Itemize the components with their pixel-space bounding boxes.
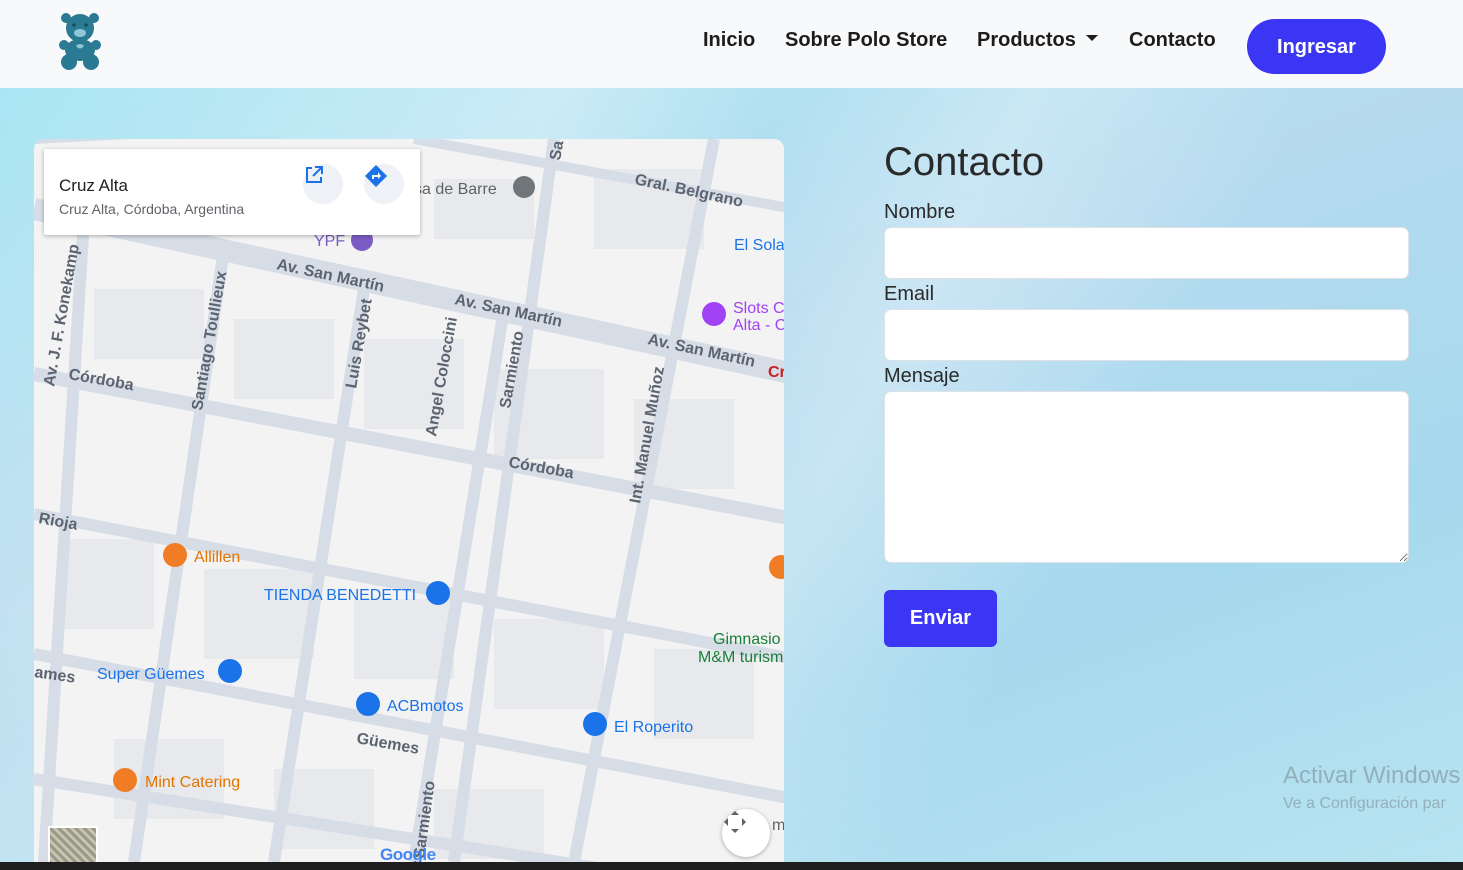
nav-link-sobre[interactable]: Sobre Polo Store: [785, 29, 947, 52]
place-label: El Roperito: [614, 719, 693, 736]
open-in-maps-icon[interactable]: [303, 164, 343, 204]
windows-activation-subtitle: Ve a Configuración par: [1283, 795, 1446, 812]
museum-icon: [513, 176, 535, 198]
restaurant-icon: [113, 768, 137, 792]
place-info-card: Cruz Alta Cruz Alta, Córdoba, Argentina: [44, 149, 420, 235]
place-label: sa de Barre: [414, 181, 497, 198]
place-label: Super Güemes: [97, 666, 205, 683]
navbar: Inicio Sobre Polo Store Productos Contac…: [0, 0, 1463, 88]
caret-down-icon: [1085, 35, 1098, 41]
google-logo-text: Google: [380, 845, 436, 862]
map-embed[interactable]: Av. San Martín Av. San Martín Av. San Ma…: [34, 139, 784, 862]
place-label: YPF: [314, 233, 345, 250]
message-textarea[interactable]: [884, 391, 1409, 563]
send-button[interactable]: Enviar: [884, 590, 997, 647]
message-label: Mensaje: [884, 365, 960, 387]
restaurant-icon: [163, 543, 187, 567]
shopping-bag-icon: [356, 692, 380, 716]
taskbar-edge: [0, 862, 1463, 870]
place-label: Cr: [768, 364, 784, 381]
nav-link-productos-label: Productos: [977, 29, 1076, 51]
contact-title: Contacto: [884, 140, 1045, 184]
place-label: m: [772, 817, 784, 834]
email-label: Email: [884, 283, 935, 305]
windows-activation-title: Activar Windows: [1283, 762, 1461, 789]
place-label: TIENDA BENEDETTI: [264, 587, 416, 604]
directions-icon[interactable]: [364, 164, 404, 204]
place-label: Alta - C: [733, 317, 784, 334]
street-label: Sa: [547, 139, 567, 161]
name-label: Nombre: [884, 201, 956, 223]
login-button[interactable]: Ingresar: [1247, 19, 1386, 74]
place-label: Slots C: [733, 300, 784, 317]
place-title: Cruz Alta: [59, 176, 128, 195]
place-label: Gimnasio: [713, 631, 781, 648]
nav-link-productos[interactable]: Productos: [977, 29, 1098, 52]
nav-link-contacto[interactable]: Contacto: [1129, 29, 1216, 52]
fullscreen-icon[interactable]: [722, 809, 770, 857]
place-label: ACBmotos: [387, 698, 463, 715]
map-canvas[interactable]: Av. San Martín Av. San Martín Av. San Ma…: [34, 139, 784, 862]
email-input[interactable]: [884, 309, 1409, 361]
shopping-bag-icon: [583, 712, 607, 736]
google-logo: Google: [380, 845, 436, 862]
nav-link-inicio[interactable]: Inicio: [703, 29, 755, 52]
satellite-toggle-icon[interactable]: [48, 826, 98, 862]
place-label: El Sola: [734, 237, 784, 254]
place-address: Cruz Alta, Córdoba, Argentina: [59, 201, 245, 217]
cart-icon: [218, 659, 242, 683]
shopping-bag-icon: [426, 581, 450, 605]
name-input[interactable]: [884, 227, 1409, 279]
casino-icon: [702, 302, 726, 326]
place-label: Mint Catering: [145, 774, 240, 791]
place-label: Allillen: [194, 549, 240, 566]
place-label: M&M turism: [698, 649, 783, 666]
